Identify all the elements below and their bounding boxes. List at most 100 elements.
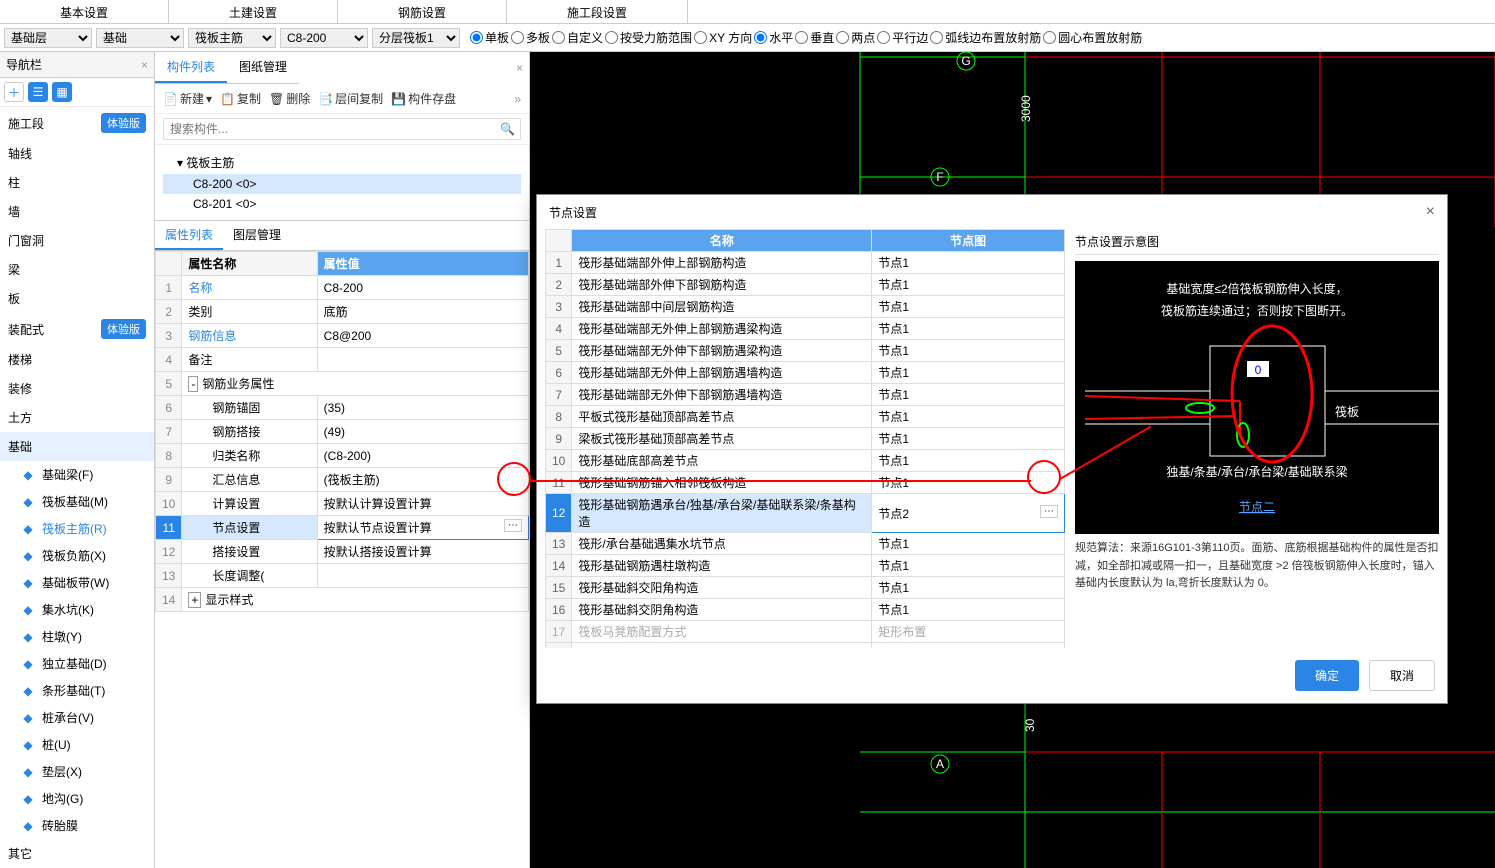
node-row[interactable]: 2筏形基础端部外伸下部钢筋构造节点1: [546, 274, 1065, 296]
tab-basic[interactable]: 基本设置: [0, 0, 169, 23]
search-icon[interactable]: 🔍: [500, 122, 515, 136]
prop-row[interactable]: 14+显示样式: [156, 588, 529, 612]
radio-6[interactable]: 垂直: [795, 29, 834, 46]
sel-rebar[interactable]: 分层筏板1: [372, 28, 460, 48]
new-button[interactable]: 📄 新建 ▾: [163, 90, 212, 107]
sub-item[interactable]: ◆独立基础(D): [0, 650, 154, 677]
close-icon[interactable]: ×: [1426, 203, 1435, 221]
nav-item[interactable]: 装修: [0, 374, 154, 403]
sub-item[interactable]: ◆柱墩(Y): [0, 623, 154, 650]
sel-cat[interactable]: 基础: [96, 28, 184, 48]
nav-item[interactable]: 柱: [0, 168, 154, 197]
nav-grid-icon[interactable]: ▦: [52, 82, 72, 102]
node-row[interactable]: 6筏形基础端部无外伸上部钢筋遇墙构造节点1: [546, 362, 1065, 384]
close-icon[interactable]: ×: [141, 58, 148, 72]
radio-2[interactable]: 自定义: [552, 29, 603, 46]
prop-row[interactable]: 7钢筋搭接(49): [156, 420, 529, 444]
close-icon[interactable]: ×: [516, 61, 523, 75]
nav-item[interactable]: 土方: [0, 403, 154, 432]
radio-10[interactable]: 圆心布置放射筋: [1043, 29, 1142, 46]
nav-item[interactable]: 楼梯: [0, 345, 154, 374]
tree-root[interactable]: ▾ 筏板主筋: [163, 151, 521, 174]
nav-item[interactable]: 施工段体验版: [0, 107, 154, 139]
nav-item[interactable]: 梁: [0, 255, 154, 284]
nav-item[interactable]: 其它: [0, 839, 154, 868]
nav-item[interactable]: 基础: [0, 432, 154, 461]
prop-row[interactable]: 3钢筋信息C8@200: [156, 324, 529, 348]
sub-item[interactable]: ◆基础板带(W): [0, 569, 154, 596]
radio-1[interactable]: 多板: [511, 29, 550, 46]
sub-item[interactable]: ◆砖胎膜: [0, 812, 154, 839]
sub-item[interactable]: ◆集水坑(K): [0, 596, 154, 623]
nav-list-icon[interactable]: ☰: [28, 82, 48, 102]
node-row[interactable]: 9梁板式筏形基础顶部高差节点节点1: [546, 428, 1065, 450]
radio-7[interactable]: 两点: [836, 29, 875, 46]
prop-row[interactable]: 11节点设置按默认节点设置计算⋯: [156, 516, 529, 540]
sub-item[interactable]: ◆基础梁(F): [0, 461, 154, 488]
prop-row[interactable]: 1名称C8-200: [156, 276, 529, 300]
node-row[interactable]: 8平板式筏形基础顶部高差节点节点1: [546, 406, 1065, 428]
radio-4[interactable]: XY 方向: [694, 29, 752, 46]
sub-item[interactable]: ◆筏板负筋(X): [0, 542, 154, 569]
radio-9[interactable]: 弧线边布置放射筋: [930, 29, 1041, 46]
cancel-button[interactable]: 取消: [1369, 660, 1435, 691]
prop-row[interactable]: 9汇总信息(筏板主筋): [156, 468, 529, 492]
node-row[interactable]: 11筏形基础钢筋锚入相邻筏板构造节点1: [546, 472, 1065, 494]
radio-3[interactable]: 按受力筋范围: [605, 29, 692, 46]
sub-item[interactable]: ◆地沟(G): [0, 785, 154, 812]
tab-layers[interactable]: 图层管理: [223, 221, 291, 250]
node-row[interactable]: 14筏形基础钢筋遇柱墩构造节点1: [546, 555, 1065, 577]
copy-button[interactable]: 📋 复制: [220, 90, 261, 107]
ok-button[interactable]: 确定: [1295, 660, 1359, 691]
nav-item[interactable]: 装配式体验版: [0, 313, 154, 345]
prop-row[interactable]: 12搭接设置按默认搭接设置计算: [156, 540, 529, 564]
tab-civil[interactable]: 土建设置: [169, 0, 338, 23]
tab-drawing[interactable]: 图纸管理: [227, 52, 299, 83]
node-row[interactable]: 12筏形基础钢筋遇承台/独基/承台梁/基础联系梁/条基构造节点2⋯: [546, 494, 1065, 533]
nav-item[interactable]: 门窗洞: [0, 226, 154, 255]
radio-0[interactable]: 单板: [470, 29, 509, 46]
prop-row[interactable]: 4备注: [156, 348, 529, 372]
node-row[interactable]: 15筏形基础斜交阳角构造节点1: [546, 577, 1065, 599]
sub-item[interactable]: ◆垫层(X): [0, 758, 154, 785]
search-input[interactable]: [163, 118, 521, 140]
sel-spec[interactable]: C8-200: [280, 28, 368, 48]
node-row[interactable]: 5筏形基础端部无外伸下部钢筋遇梁构造节点1: [546, 340, 1065, 362]
tab-complist[interactable]: 构件列表: [155, 52, 227, 83]
nav-item[interactable]: 轴线: [0, 139, 154, 168]
prop-row[interactable]: 13长度调整(: [156, 564, 529, 588]
ellipsis-button[interactable]: ⋯: [504, 519, 522, 532]
sub-item[interactable]: ◆筏板主筋(R): [0, 515, 154, 542]
sel-layer[interactable]: 基础层: [4, 28, 92, 48]
sub-item[interactable]: ◆桩(U): [0, 731, 154, 758]
node-row[interactable]: 10筏形基础底部高差节点节点1: [546, 450, 1065, 472]
node-row[interactable]: 7筏形基础端部无外伸下部钢筋遇墙构造节点1: [546, 384, 1065, 406]
tab-props[interactable]: 属性列表: [155, 221, 223, 250]
tree-item[interactable]: C8-200 <0>: [163, 174, 521, 194]
node-row[interactable]: 13筏形/承台基础遇集水坑节点节点1: [546, 533, 1065, 555]
node-row[interactable]: 17筏板马凳筋配置方式矩形布置: [546, 621, 1065, 643]
nav-item[interactable]: 墙: [0, 197, 154, 226]
node-row[interactable]: 16筏形基础斜交阴角构造节点1: [546, 599, 1065, 621]
radio-8[interactable]: 平行边: [877, 29, 928, 46]
sub-item[interactable]: ◆条形基础(T): [0, 677, 154, 704]
radio-5[interactable]: 水平: [754, 29, 793, 46]
delete-button[interactable]: 🗑 删除: [269, 90, 310, 107]
nav-item[interactable]: 板: [0, 284, 154, 313]
node-row[interactable]: 4筏形基础端部无外伸上部钢筋遇梁构造节点1: [546, 318, 1065, 340]
prop-row[interactable]: 10计算设置按默认计算设置计算: [156, 492, 529, 516]
tree-item[interactable]: C8-201 <0>: [163, 194, 521, 214]
sel-type[interactable]: 筏板主筋: [188, 28, 276, 48]
prop-row[interactable]: 6钢筋锚固(35): [156, 396, 529, 420]
prop-row[interactable]: 8归类名称(C8-200): [156, 444, 529, 468]
prop-row[interactable]: 2类别底筋: [156, 300, 529, 324]
layercopy-button[interactable]: 📑 层间复制: [318, 90, 383, 107]
more-icon[interactable]: »: [514, 92, 521, 106]
ellipsis-button[interactable]: ⋯: [1040, 505, 1058, 518]
prop-row[interactable]: 5-钢筋业务属性: [156, 372, 529, 396]
node-row[interactable]: 3筏形基础端部中间层钢筋构造节点1: [546, 296, 1065, 318]
node-row[interactable]: 1筏形基础端部外伸上部钢筋构造节点1: [546, 252, 1065, 274]
tab-rebar[interactable]: 钢筋设置: [338, 0, 507, 23]
sub-item[interactable]: ◆筏板基础(M): [0, 488, 154, 515]
save-button[interactable]: 💾 构件存盘: [391, 90, 456, 107]
